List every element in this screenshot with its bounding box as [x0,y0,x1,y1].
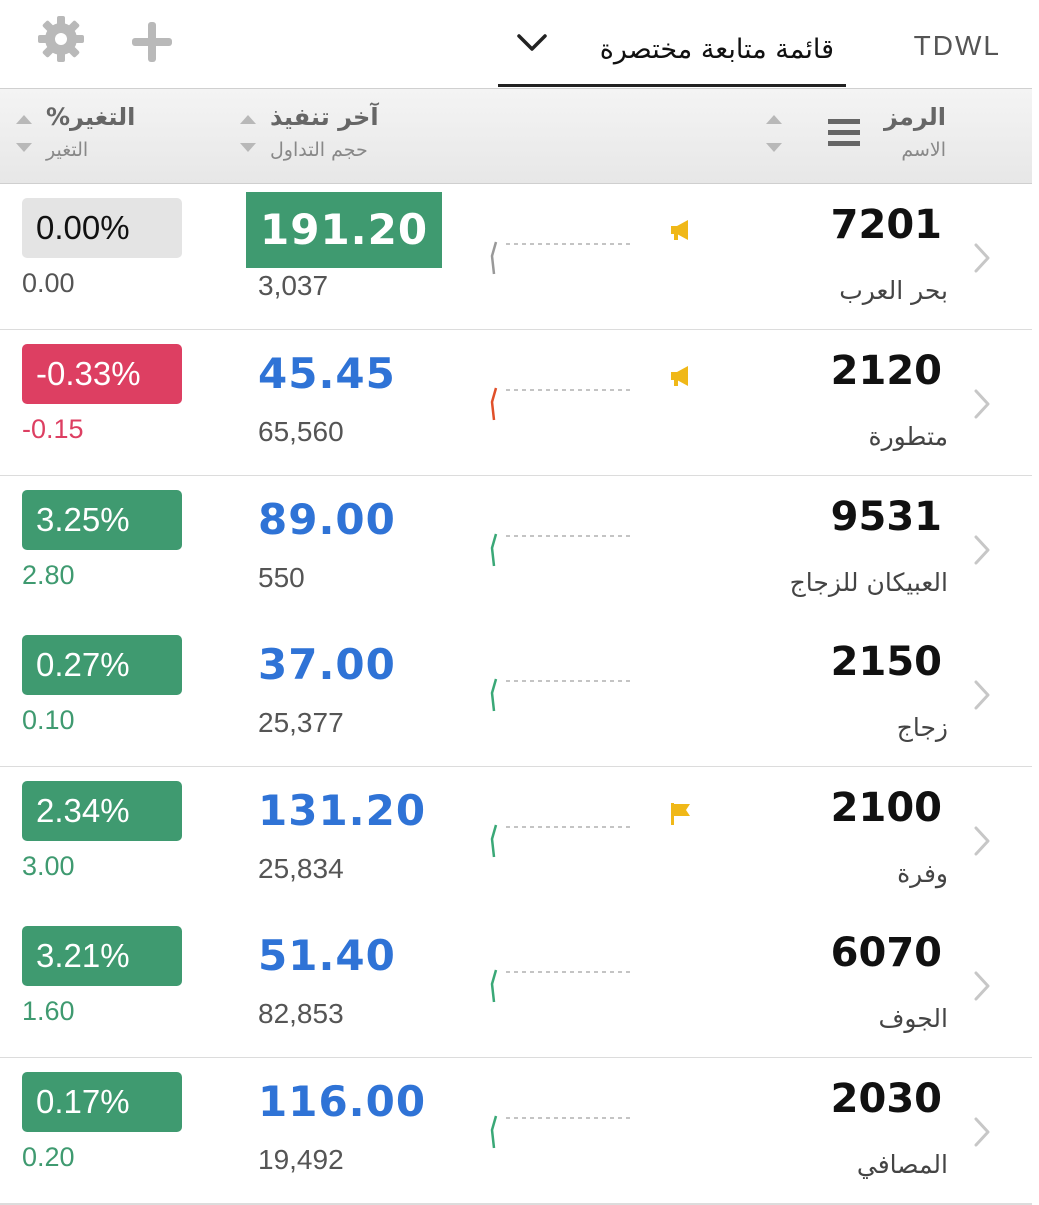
header-change-pct: التغير% [46,103,136,131]
stock-name: وفرة [897,859,948,888]
sparkline-chart [490,824,632,858]
stock-symbol: 7201 [830,202,942,248]
stock-symbol: 9531 [830,494,942,540]
sparkline-chart [490,533,632,567]
table-row[interactable]: 0.17% 0.20 116.00 19,492 2030 المصافي [0,1058,1032,1205]
stock-name: العبيكان للزجاج [789,568,948,597]
change-value: 0.00 [22,268,75,298]
stock-name: بحر العرب [839,276,948,305]
table-row[interactable]: 3.25% 2.80 89.00 550 9531 العبيكان للزجاج [0,476,1032,623]
stock-symbol: 2120 [830,348,942,394]
menu-icon[interactable] [828,119,860,151]
sparkline-chart [490,969,632,1003]
change-pct-badge: -0.33% [22,344,182,404]
change-value: -0.15 [22,414,84,444]
change-value: 0.20 [22,1142,75,1172]
change-pct-badge: 0.27% [22,635,182,695]
volume-value: 25,377 [258,707,344,738]
market-label[interactable]: TDWL [914,30,1001,62]
gear-icon[interactable] [38,16,84,62]
change-value: 2.80 [22,560,75,590]
header-trade-volume[interactable]: آخر تنفيذ حجم التداول [270,103,379,161]
plus-icon[interactable] [130,20,174,64]
change-pct-badge: 2.34% [22,781,182,841]
last-price: 37.00 [258,640,396,689]
header-change[interactable]: التغير% التغير [46,103,135,161]
stock-symbol: 2100 [830,785,942,831]
column-header: الرمز الاسم آخر تنفيذ حجم التداول التغير… [0,88,1032,184]
sparkline-chart [490,1115,632,1149]
change-pct-badge: 0.00% [22,198,182,258]
sort-change-icon[interactable] [14,115,34,161]
flag-icon [671,803,690,825]
stock-name: الجوف [878,1004,948,1033]
table-row[interactable]: 0.00% 0.00 191.20 3,037 7201 بحر العرب [0,184,1032,331]
change-value: 1.60 [22,996,75,1026]
last-price: 45.45 [258,349,396,398]
chevron-right-icon[interactable] [972,1116,992,1148]
volume-value: 65,560 [258,416,344,447]
chevron-right-icon[interactable] [972,534,992,566]
sort-symbol-icon[interactable] [764,115,784,161]
top-bar: قائمة متابعة مختصرة TDWL [0,0,1039,88]
table-row[interactable]: 2.34% 3.00 131.20 25,834 2100 وفرة [0,767,1032,914]
header-volume: حجم التداول [270,139,368,161]
header-change-abs: التغير [46,139,89,161]
stock-name: زجاج [896,713,948,742]
header-symbol: الرمز [884,103,946,131]
chevron-right-icon[interactable] [972,242,992,274]
volume-value: 550 [258,562,305,593]
watchlist-label: قائمة متابعة مختصرة [599,34,834,65]
last-price: 191.20 [246,192,443,268]
change-pct-badge: 3.25% [22,490,182,550]
last-price: 116.00 [258,1077,427,1126]
volume-value: 19,492 [258,1144,344,1175]
stock-name: المصافي [856,1150,948,1179]
stock-name: متطورة [868,422,948,451]
change-pct-badge: 3.21% [22,926,182,986]
sparkline-chart [490,241,632,275]
table-row[interactable]: 0.27% 0.10 37.00 25,377 2150 زجاج [0,621,1032,768]
last-price: 131.20 [258,786,427,835]
last-price: 51.40 [258,931,396,980]
volume-value: 25,834 [258,853,344,884]
last-price: 89.00 [258,495,396,544]
megaphone-icon [671,220,688,240]
watchlist-dropdown[interactable]: قائمة متابعة مختصرة [498,22,846,87]
chevron-right-icon[interactable] [972,388,992,420]
megaphone-icon [671,366,688,386]
change-pct-badge: 0.17% [22,1072,182,1132]
chevron-right-icon[interactable] [972,970,992,1002]
change-value: 3.00 [22,851,75,881]
table-row[interactable]: 3.21% 1.60 51.40 82,853 6070 الجوف [0,912,1032,1059]
volume-value: 82,853 [258,998,344,1029]
table-row[interactable]: -0.33% -0.15 45.45 65,560 2120 متطورة [0,330,1032,477]
stock-symbol: 2030 [830,1076,942,1122]
stock-symbol: 2150 [830,639,942,685]
chevron-right-icon[interactable] [972,679,992,711]
change-value: 0.10 [22,705,75,735]
sort-price-icon[interactable] [238,115,258,161]
chevron-right-icon[interactable] [972,825,992,857]
header-last-trade: آخر تنفيذ [270,103,379,131]
stock-symbol: 6070 [830,930,942,976]
header-symbol-name[interactable]: الرمز الاسم [884,103,946,161]
sparkline-chart [490,387,632,421]
sparkline-chart [490,678,632,712]
volume-value: 3,037 [258,270,329,301]
header-name: الاسم [901,139,946,161]
chevron-down-icon [517,34,547,51]
